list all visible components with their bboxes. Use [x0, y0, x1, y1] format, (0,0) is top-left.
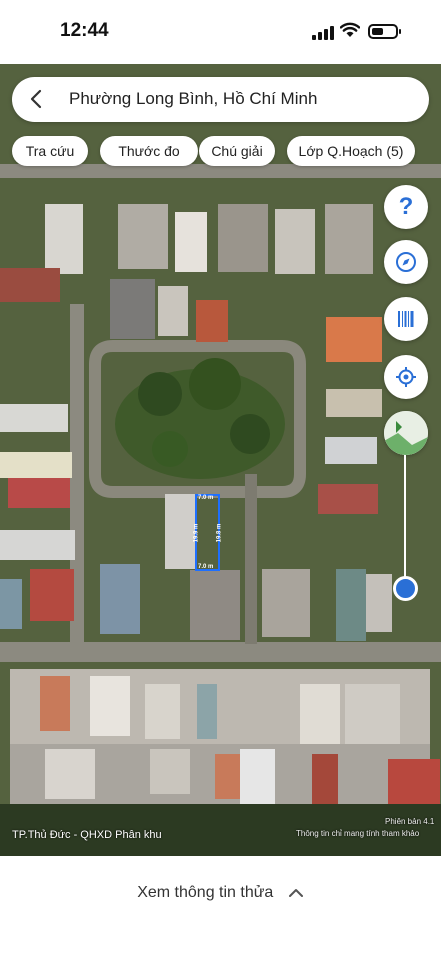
map-imagery	[0, 64, 441, 856]
help-button[interactable]: ?	[384, 185, 428, 229]
search-bar[interactable]: Phường Long Bình, Hồ Chí Minh	[12, 77, 429, 122]
help-icon: ?	[398, 193, 414, 220]
crosshair-icon	[396, 367, 416, 387]
barcode-icon	[398, 311, 414, 327]
chip-legend[interactable]: Chú giải	[199, 136, 275, 166]
bottom-sheet[interactable]: Xem thông tin thửa	[0, 856, 441, 959]
battery-icon	[368, 24, 401, 39]
wifi-icon	[340, 22, 360, 37]
planning-area-label: TP.Thủ Đức - QHXD Phân khu	[12, 829, 162, 841]
status-bar: 12:44	[0, 0, 441, 64]
cellular-signal-icon	[312, 26, 334, 40]
satellite-map[interactable]: 7.0 m 19.9 m 19.8 m 7.0 m	[0, 64, 441, 856]
search-text[interactable]: Phường Long Bình, Hồ Chí Minh	[69, 89, 317, 109]
opacity-slider-knob[interactable]	[393, 576, 418, 601]
opacity-slider-track[interactable]	[404, 455, 406, 589]
layer-thumbnail-button[interactable]	[384, 411, 428, 455]
plot-length-label: 19.9 m	[193, 523, 200, 543]
chevron-up-icon	[288, 888, 303, 897]
parcel-info-toggle[interactable]: Xem thông tin thửa	[0, 884, 441, 902]
barcode-scan-button[interactable]	[384, 297, 428, 341]
clock: 12:44	[60, 20, 109, 41]
map-version-label: Phiên bản 4.1	[385, 817, 435, 826]
plot-width-label: 7.0 m	[198, 495, 214, 501]
chip-planning-layers[interactable]: Lớp Q.Hoạch (5)	[287, 136, 415, 166]
my-location-button[interactable]	[384, 355, 428, 399]
compass-button[interactable]	[384, 240, 428, 284]
back-arrow-icon[interactable]	[30, 89, 42, 109]
parcel-info-label: Xem thông tin thửa	[137, 884, 274, 901]
chip-lookup[interactable]: Tra cứu	[12, 136, 88, 166]
chip-measure[interactable]: Thước đo	[100, 136, 198, 166]
plot-bottom-label: 7.0 m	[198, 564, 214, 570]
map-disclaimer-label: Thông tin chỉ mang tính tham khảo	[296, 829, 420, 838]
map-layer-icon	[384, 411, 428, 455]
compass-icon	[396, 252, 416, 272]
plot-length-label-2: 19.8 m	[216, 523, 223, 543]
